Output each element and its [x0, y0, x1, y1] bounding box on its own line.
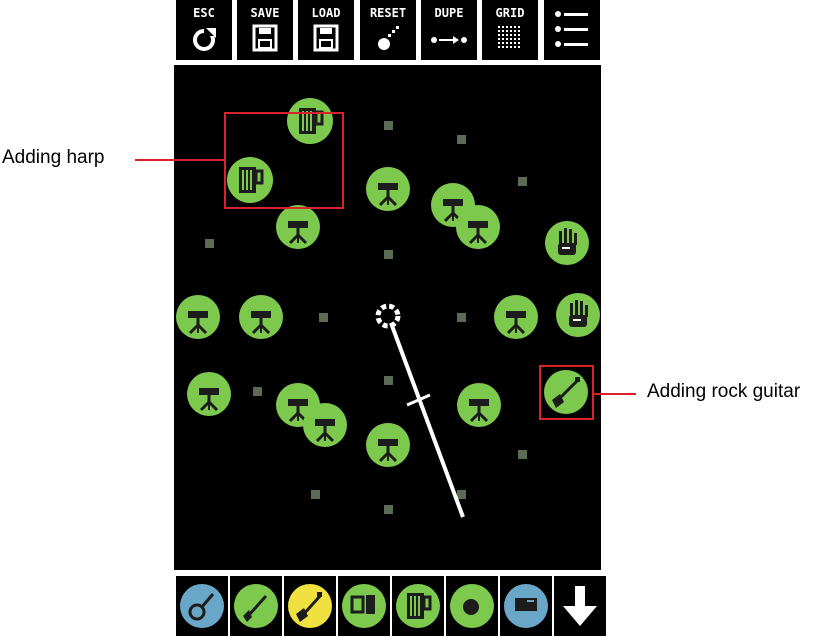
palette-drum-button[interactable] — [446, 576, 498, 636]
rock-guitar-highlight-box — [539, 365, 594, 420]
guitar-icon — [234, 584, 278, 628]
instrument-palette — [174, 576, 606, 636]
grid-icon — [498, 26, 520, 48]
palette-speaker-button[interactable] — [500, 576, 552, 636]
palette-banjo-button[interactable] — [176, 576, 228, 636]
refresh-icon — [193, 26, 216, 51]
toolbar: ESC SAVE LOAD RESET DUPE GRID — [176, 0, 600, 62]
palette-rock-guitar-button[interactable] — [284, 576, 336, 636]
harp-callout-line — [135, 159, 224, 161]
down-arrow-icon — [563, 586, 597, 626]
harp-callout-label: Adding harp — [2, 147, 105, 168]
rock-guitar-callout-label: Adding rock guitar — [647, 381, 801, 402]
banjo-icon — [180, 584, 224, 628]
load-button[interactable]: LOAD — [298, 0, 354, 60]
harp-icon — [396, 584, 440, 628]
palette-keyboard-button[interactable] — [338, 576, 390, 636]
pointer-cursor[interactable] — [375, 303, 465, 518]
floppy-load-icon — [313, 24, 339, 52]
reset-button[interactable]: RESET — [360, 0, 416, 60]
keyboard-icon — [342, 584, 386, 628]
grid-button[interactable]: GRID — [482, 0, 538, 60]
esc-button[interactable]: ESC — [176, 0, 232, 60]
bomb-icon — [378, 26, 399, 50]
palette-guitar-button[interactable] — [230, 576, 282, 636]
palette-harp-button[interactable] — [392, 576, 444, 636]
floppy-save-icon — [252, 24, 278, 52]
drum-icon — [450, 584, 494, 628]
rock-guitar-icon — [288, 584, 332, 628]
menu-list-icon — [555, 11, 588, 47]
duplicate-arrow-icon — [431, 36, 467, 44]
menu-button[interactable] — [544, 0, 600, 60]
dupe-button[interactable]: DUPE — [421, 0, 477, 60]
palette-more-button[interactable] — [554, 576, 606, 636]
speaker-icon — [504, 584, 548, 628]
harp-highlight-box — [224, 112, 344, 209]
rock-guitar-callout-line — [594, 393, 636, 395]
save-button[interactable]: SAVE — [237, 0, 293, 60]
